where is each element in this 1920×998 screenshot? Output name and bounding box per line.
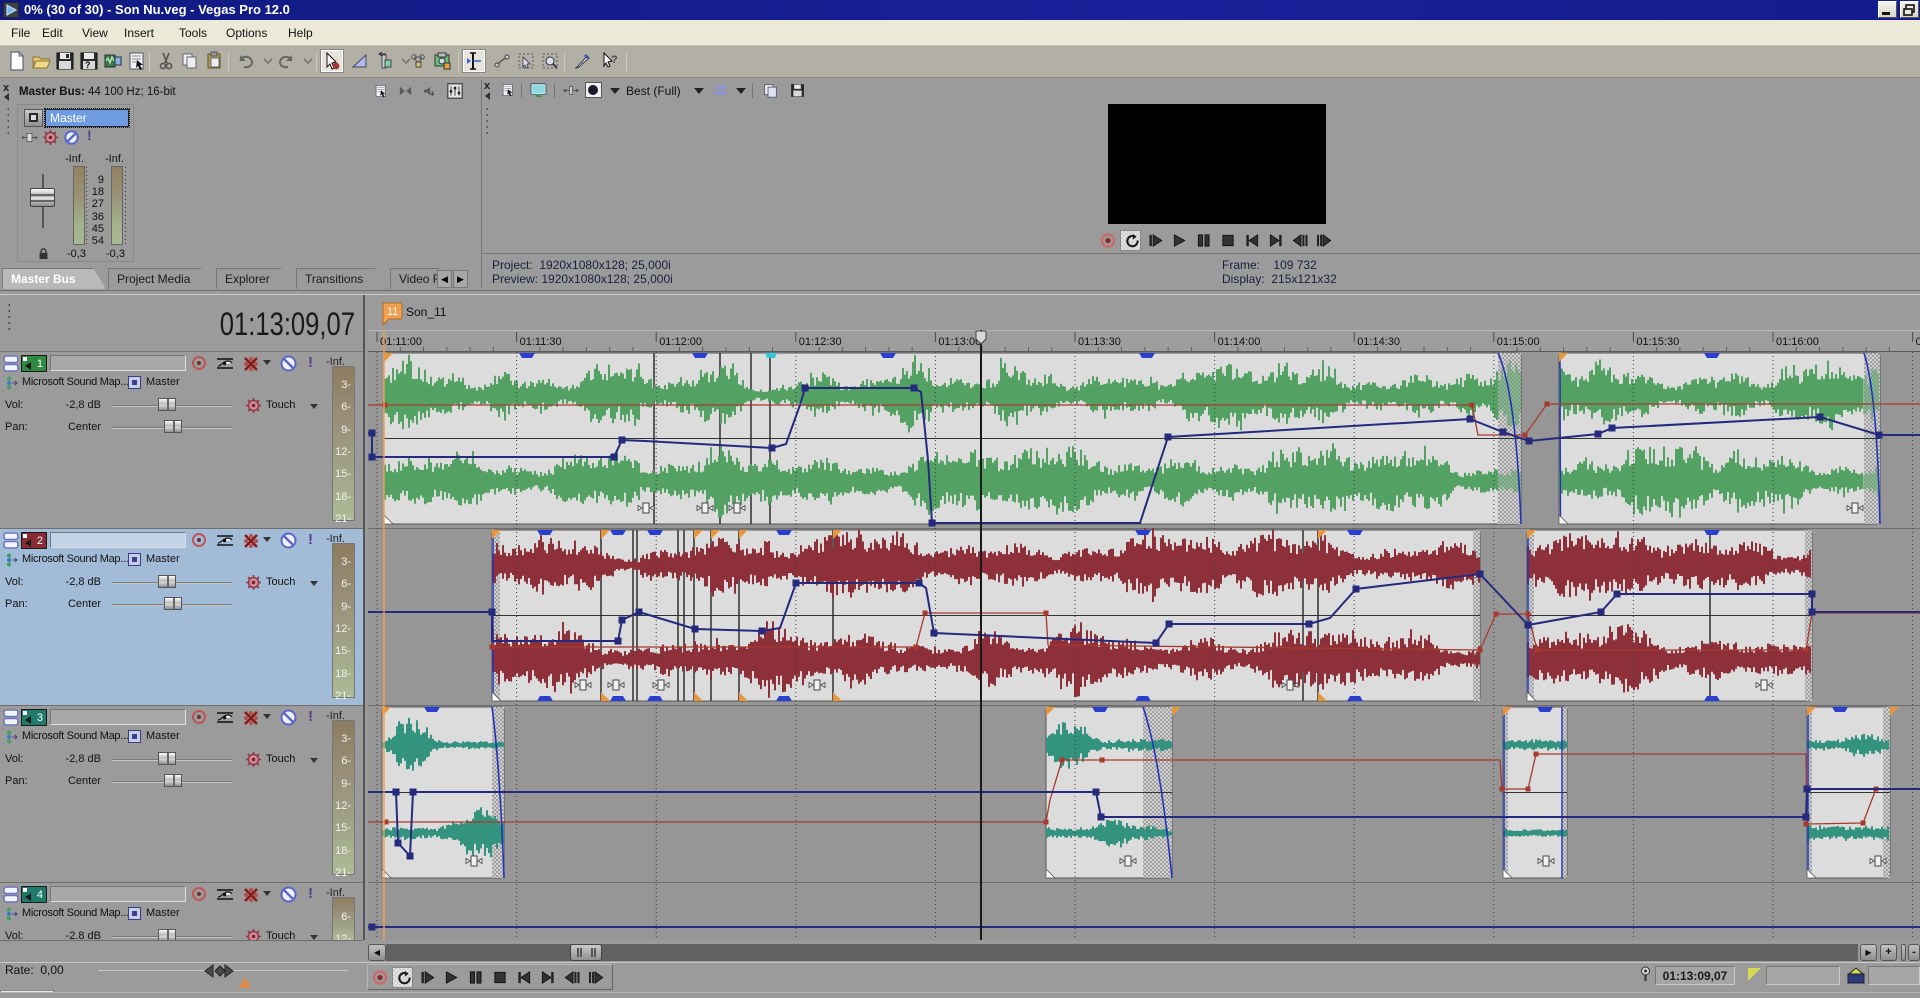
svg-text:?: ?: [85, 60, 91, 70]
svg-text:01:12:30: 01:12:30: [799, 336, 842, 348]
svg-text:01:15:00: 01:15:00: [1497, 336, 1540, 348]
svg-text:01:11:00: 01:11:00: [380, 336, 422, 348]
svg-text:11: 11: [387, 306, 398, 318]
svg-text:01:16:00: 01:16:00: [1776, 336, 1819, 348]
svg-text:Son_11: Son_11: [406, 305, 447, 319]
svg-text:01:11:30: 01:11:30: [520, 336, 562, 348]
svg-text:01:15:30: 01:15:30: [1636, 336, 1679, 348]
svg-text:?: ?: [611, 54, 618, 66]
svg-text:01:12:00: 01:12:00: [659, 336, 702, 348]
svg-text:01:13:00: 01:13:00: [938, 336, 981, 348]
svg-text:01:13:30: 01:13:30: [1078, 336, 1121, 348]
svg-text:01:14:30: 01:14:30: [1357, 336, 1400, 348]
svg-text:01:14:00: 01:14:00: [1218, 336, 1261, 348]
svg-text:01:16:30: 01:16:30: [1916, 336, 1920, 348]
